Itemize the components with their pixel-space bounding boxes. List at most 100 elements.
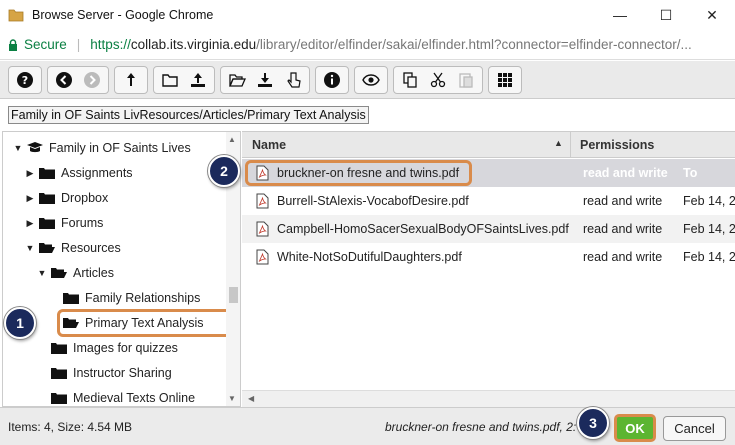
file-permissions: read and write xyxy=(583,194,663,208)
expand-arrow-down-icon[interactable]: ▼ xyxy=(13,143,23,153)
preview-icon xyxy=(362,73,380,86)
scroll-down-icon[interactable]: ▼ xyxy=(228,394,236,403)
folder-app-icon xyxy=(8,9,24,22)
file-row[interactable]: bruckner-on fresne and twins.pdf read and… xyxy=(242,159,735,187)
file-row[interactable]: Burrell-StAlexis-VocabofDesire.pdf read a… xyxy=(242,187,735,215)
toolbar-group-history xyxy=(47,65,109,94)
folder-icon xyxy=(39,218,55,229)
info-button[interactable] xyxy=(318,67,346,93)
view-icon xyxy=(498,72,512,87)
secure-label: Secure xyxy=(24,37,67,52)
up-button[interactable] xyxy=(117,67,145,93)
info-icon xyxy=(324,71,340,88)
status-selection: bruckner-on fresne and twins.pdf, 2: xyxy=(385,420,577,434)
toolbar-group-clipboard xyxy=(393,65,483,94)
status-summary: Items: 4, Size: 4.54 MB xyxy=(8,420,133,434)
tree-item[interactable]: ▼ Articles xyxy=(37,262,114,284)
tree-item[interactable]: Family Relationships xyxy=(63,287,200,309)
expand-arrow-down-icon[interactable]: ▼ xyxy=(37,268,47,278)
copy-icon xyxy=(403,71,417,88)
view-button[interactable] xyxy=(491,67,519,93)
expand-arrow-right-icon[interactable]: ▶ xyxy=(25,218,35,229)
tree-item[interactable]: Medieval Texts Online xyxy=(51,387,195,406)
folder-icon xyxy=(39,168,55,179)
select-button[interactable] xyxy=(279,67,307,93)
file-list: Name ▲ Permissions bruckner-on fresne an… xyxy=(242,131,735,407)
tree-item-label: Family Relationships xyxy=(85,291,201,305)
column-divider[interactable] xyxy=(570,132,571,158)
toolbar-group-preview xyxy=(354,65,388,94)
file-row[interactable]: White-NotSoDutifulDaughters.pdf read and … xyxy=(242,243,735,271)
expand-arrow-right-icon[interactable]: ▶ xyxy=(25,193,35,204)
callout-badge-3: 3 xyxy=(577,407,609,439)
tree-item[interactable]: Primary Text Analysis xyxy=(57,309,239,337)
column-header-permissions[interactable]: Permissions xyxy=(580,138,654,152)
tree-item-label: Family in OF Saints Lives xyxy=(49,141,191,155)
expand-arrow-down-icon[interactable]: ▼ xyxy=(25,243,35,253)
tree-item[interactable]: ▼ Resources xyxy=(25,237,121,259)
sort-ascending-icon[interactable]: ▲ xyxy=(554,138,563,148)
copy-button[interactable] xyxy=(396,67,424,93)
pdf-file-icon xyxy=(256,221,269,237)
pdf-file-icon xyxy=(256,249,269,265)
cut-button[interactable] xyxy=(424,67,452,93)
tree-item-label: Articles xyxy=(73,266,114,280)
status-bar: Items: 4, Size: 4.54 MB bruckner-on fres… xyxy=(0,407,735,445)
callout-badge-2: 2 xyxy=(208,155,240,187)
new-folder-button[interactable] xyxy=(156,67,184,93)
paste-button[interactable] xyxy=(452,67,480,93)
file-date: Feb 14, 2 xyxy=(683,222,735,236)
ok-button[interactable]: OK xyxy=(614,414,656,442)
file-name: White-NotSoDutifulDaughters.pdf xyxy=(277,250,462,264)
tree-item[interactable]: ▶ Dropbox xyxy=(25,187,109,209)
tree-item-label: Instructor Sharing xyxy=(73,366,172,380)
forward-icon xyxy=(84,71,100,88)
tree-item[interactable]: ▼ Family in OF Saints Lives xyxy=(13,137,191,159)
tree-item[interactable]: Images for quizzes xyxy=(51,337,178,359)
help-icon: ? xyxy=(17,71,33,88)
scroll-thumb[interactable] xyxy=(229,287,238,303)
tree-item-label: Forums xyxy=(61,216,104,230)
file-row[interactable]: Campbell-HomoSacerSexualBodyOFSaintsLive… xyxy=(242,215,735,243)
tree-item-label: Primary Text Analysis xyxy=(85,316,204,330)
download-button[interactable] xyxy=(251,67,279,93)
tree-item[interactable]: ▶ Forums xyxy=(25,212,104,234)
scroll-up-icon[interactable]: ▲ xyxy=(228,135,236,144)
folder-tree: ▼ Family in OF Saints Lives ▶ Assignments ▶ D… xyxy=(2,131,241,407)
tree-item-label: Images for quizzes xyxy=(73,341,178,355)
file-permissions: read and write xyxy=(583,250,663,264)
tree-item[interactable]: Instructor Sharing xyxy=(51,362,172,384)
folder-icon xyxy=(51,368,67,379)
preview-button[interactable] xyxy=(357,67,385,93)
scroll-left-icon[interactable]: ◀ xyxy=(248,394,254,403)
file-date: Feb 14, 2 xyxy=(683,194,735,208)
maximize-button[interactable]: ☐ xyxy=(643,0,689,30)
back-icon xyxy=(56,71,72,88)
current-path[interactable]: Family in OF Saints LivResources/Article… xyxy=(8,106,369,124)
minimize-button[interactable]: — xyxy=(597,0,643,30)
cut-icon xyxy=(430,72,446,87)
folder-open-icon xyxy=(51,268,67,278)
cancel-button[interactable]: Cancel xyxy=(663,416,726,441)
path-bar: Family in OF Saints LivResources/Article… xyxy=(0,100,735,130)
forward-button[interactable] xyxy=(78,67,106,93)
horizontal-scrollbar[interactable]: ◀ xyxy=(242,390,735,407)
download-icon xyxy=(258,72,272,87)
address-bar[interactable]: Secure | https:// collab.its.virginia.ed… xyxy=(0,30,735,60)
pdf-file-icon xyxy=(256,193,269,209)
open-button[interactable] xyxy=(223,67,251,93)
tree-item[interactable]: ▶ Assignments xyxy=(25,162,133,184)
close-button[interactable]: ✕ xyxy=(689,0,735,30)
back-button[interactable] xyxy=(50,67,78,93)
toolbar-group-up xyxy=(114,65,148,94)
url-path: /library/editor/elfinder/sakai/elfinder.… xyxy=(256,37,692,52)
folder-open-icon xyxy=(39,243,55,253)
upload-button[interactable] xyxy=(184,67,212,93)
url-separator: | xyxy=(76,37,81,52)
expand-arrow-right-icon[interactable]: ▶ xyxy=(25,168,35,179)
column-header-name[interactable]: Name xyxy=(252,138,286,152)
new-folder-icon xyxy=(162,73,178,87)
svg-text:?: ? xyxy=(22,74,28,87)
file-permissions: read and write xyxy=(583,166,668,180)
help-button[interactable]: ? xyxy=(11,67,39,93)
